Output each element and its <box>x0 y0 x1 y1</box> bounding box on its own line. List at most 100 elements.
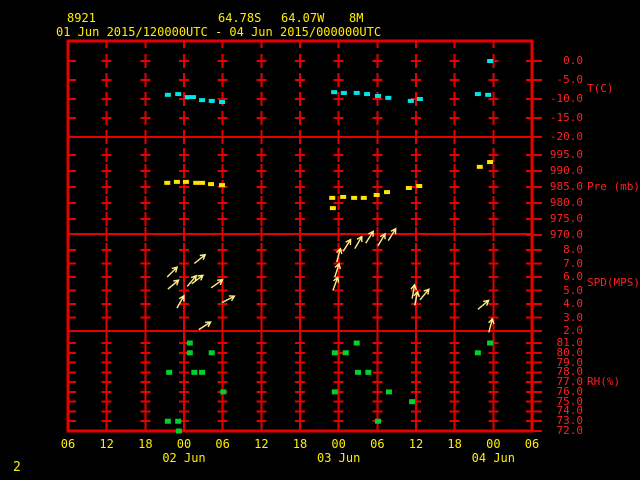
timeseries-screen: 8921 64.78S 64.07W 8M 01 Jun 2015/120000… <box>0 0 640 480</box>
page-indicator: 2 <box>13 460 21 475</box>
pressure-point <box>384 190 390 195</box>
pressure-point <box>340 194 347 199</box>
temperature-point <box>474 92 481 97</box>
wind-arrow <box>342 238 352 252</box>
temperature-point <box>199 98 206 103</box>
wind-arrow <box>419 288 430 301</box>
pressure-point <box>208 182 215 187</box>
relative_humidity-point <box>342 350 349 356</box>
grid-ticks <box>68 41 542 433</box>
pressure-point <box>173 179 180 184</box>
pressure-point <box>199 180 206 185</box>
relative_humidity-point <box>355 369 361 375</box>
y-tick-label: 980.0 <box>549 196 583 209</box>
temperature-point <box>175 92 182 97</box>
panel-unit-label: RH(%) <box>587 375 621 388</box>
pressure-point <box>360 195 367 200</box>
panel-unit-label: T(C) <box>587 82 614 95</box>
y-tick-label: 4.0 <box>563 297 583 310</box>
panel-unit-label: SPD(MPS) <box>587 276 640 289</box>
relative_humidity-point <box>487 340 494 346</box>
x-tick-label: 18 <box>447 437 462 451</box>
relative_humidity-point <box>331 350 338 356</box>
temperature-point <box>485 92 492 97</box>
wind-arrow <box>221 295 236 304</box>
pressure-point <box>164 180 171 185</box>
relative_humidity-point <box>385 389 392 395</box>
wind-arrow <box>193 253 207 265</box>
day-label: 02 Jun <box>162 451 206 465</box>
y-tick-label: 8.0 <box>563 243 583 256</box>
relative_humidity-point <box>175 418 182 424</box>
temperature-point <box>353 90 360 95</box>
wind-arrow <box>166 266 179 278</box>
x-tick-label: 00 <box>486 437 501 451</box>
y-tick-label: -5.0 <box>556 73 584 86</box>
temperature-point <box>219 100 226 105</box>
y-tick-label: 72.0 <box>556 424 584 438</box>
temperature-point <box>190 95 197 100</box>
pressure-point <box>487 160 494 165</box>
relative_humidity-point <box>199 369 206 375</box>
relative_humidity-point <box>374 418 381 424</box>
panel-unit-label: Pre (mb) <box>587 180 640 193</box>
relative_humidity-point <box>365 369 372 375</box>
temperature-point <box>364 92 371 97</box>
temperature-point <box>374 93 381 98</box>
wind-arrow <box>210 279 224 289</box>
y-tick-label: -15.0 <box>549 111 583 124</box>
x-tick-label: 12 <box>99 437 114 451</box>
temperature-point <box>208 98 215 103</box>
y-tick-label: 7.0 <box>563 256 583 270</box>
y-tick-label: 975.0 <box>549 212 583 225</box>
pressure-point <box>182 179 189 184</box>
pressure-point <box>329 195 336 200</box>
y-tick-label: 6.0 <box>563 270 583 283</box>
x-tick-label: 12 <box>408 437 424 451</box>
y-tick-label: 990.0 <box>549 164 583 177</box>
relative_humidity-point <box>220 389 227 395</box>
temperature-point <box>184 95 191 100</box>
pressure-point <box>329 206 336 211</box>
relative_humidity-point <box>164 418 171 424</box>
temperature-point <box>416 97 423 101</box>
relative_humidity-point <box>353 340 360 346</box>
y-tick-label: 970.0 <box>549 228 583 241</box>
pressure-point <box>193 180 200 185</box>
relative_humidity-point <box>186 340 193 346</box>
pressure-point <box>351 195 358 200</box>
temperature-point <box>331 90 338 95</box>
wind-arrow <box>477 299 490 310</box>
x-tick-label: 18 <box>292 437 308 451</box>
relative_humidity-point <box>166 369 173 375</box>
pressure-point <box>476 164 483 169</box>
pressure-point <box>405 185 412 190</box>
x-tick-label: 00 <box>176 437 192 451</box>
pressure-point <box>373 193 380 197</box>
x-tick-label: 12 <box>254 437 269 451</box>
y-tick-label: 5.0 <box>563 283 583 297</box>
temperature-point <box>340 90 347 95</box>
wind-arrow <box>377 232 386 247</box>
y-tick-label: -20.0 <box>549 130 583 143</box>
y-tick-label: 0.0 <box>563 54 583 67</box>
wind-arrow <box>198 321 212 331</box>
relative_humidity-point <box>409 399 416 405</box>
relative_humidity-point <box>175 428 182 434</box>
wind-arrow <box>176 294 185 309</box>
pressure-point <box>219 183 226 188</box>
temperature-point <box>385 95 392 100</box>
x-tick-label: 06 <box>524 437 540 451</box>
temperature-point <box>164 92 171 97</box>
relative_humidity-point <box>331 389 338 395</box>
y-tick-label: 985.0 <box>549 180 583 193</box>
day-label: 04 Jun <box>471 451 515 465</box>
wind-arrow <box>354 235 363 250</box>
x-tick-label: 06 <box>370 437 385 451</box>
temperature-point <box>407 98 414 103</box>
relative_humidity-point <box>474 350 481 356</box>
y-tick-label: 995.0 <box>549 148 583 161</box>
wind-arrow <box>167 279 180 290</box>
day-label: 03 Jun <box>316 451 361 465</box>
y-tick-label: 3.0 <box>563 310 583 324</box>
